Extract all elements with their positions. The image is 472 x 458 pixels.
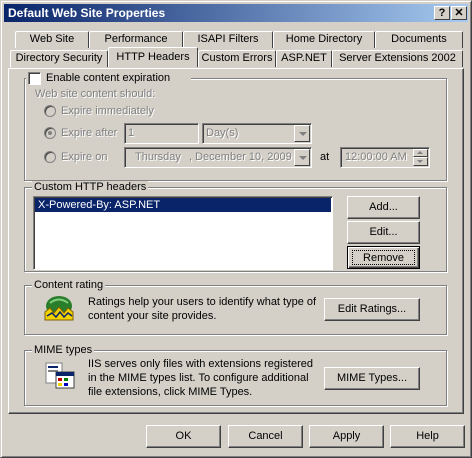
expire-date-picker[interactable]: Thursday , December 10, 2009 — [124, 147, 312, 168]
help-label: Help — [416, 430, 439, 442]
remove-header-button[interactable]: Remove — [347, 246, 420, 269]
mime-types-icon — [44, 360, 78, 392]
edit-ratings-button[interactable]: Edit Ratings... — [324, 298, 420, 321]
expire-time: 12:00:00 AM — [345, 151, 407, 163]
tab-documents[interactable]: Documents — [375, 31, 463, 48]
expire-on-label: Expire on — [61, 151, 108, 163]
tab-directory-security[interactable]: Directory Security — [10, 50, 108, 67]
expire-after-unit-select[interactable]: Day(s) — [202, 123, 312, 144]
edit-ratings-label: Edit Ratings... — [337, 303, 407, 315]
custom-headers-group-label: Custom HTTP headers — [32, 181, 149, 193]
add-header-label: Add... — [369, 201, 398, 213]
cancel-label: Cancel — [248, 430, 283, 442]
content-rating-group-label: Content rating — [32, 279, 106, 291]
content-rating-icon — [42, 294, 76, 326]
tab-http-headers[interactable]: HTTP Headers — [108, 47, 198, 67]
expire-immediately-radio[interactable] — [44, 105, 56, 117]
mime-types-button-label: MIME Types... — [336, 372, 408, 384]
tab-web-site[interactable]: Web Site — [15, 31, 89, 48]
tab-home-directory[interactable]: Home Directory — [273, 31, 375, 48]
mime-types-description: IIS serves only files with extensions re… — [88, 358, 313, 398]
enable-expiration-checkbox[interactable] — [28, 72, 41, 85]
edit-header-label: Edit... — [369, 226, 398, 238]
mime-types-button[interactable]: MIME Types... — [324, 367, 420, 390]
enable-expiration-label: Enable content expiration — [46, 72, 171, 84]
expire-after-radio[interactable] — [44, 127, 56, 139]
ok-label: OK — [175, 430, 192, 442]
ok-button[interactable]: OK — [146, 425, 221, 448]
should-label: Web site content should: — [35, 88, 156, 100]
list-item[interactable]: X-Powered-By: ASP.NET — [35, 198, 331, 212]
date-weekday: Thursday — [135, 151, 181, 163]
time-spin-down-icon[interactable] — [413, 157, 428, 166]
expire-after-unit: Day(s) — [206, 127, 239, 139]
properties-dialog: Default Web Site Properties ? ✕ Web Site… — [0, 0, 472, 458]
tab-custom-errors[interactable]: Custom Errors — [198, 50, 276, 67]
calendar-dropdown-icon[interactable] — [294, 149, 310, 166]
expire-immediately-label: Expire immediately — [61, 105, 154, 117]
help-title-button[interactable]: ? — [434, 6, 450, 20]
expire-after-value-input[interactable]: 1 — [124, 123, 199, 144]
expire-after-value: 1 — [128, 127, 135, 139]
content-rating-description: Ratings help your users to identify what… — [88, 296, 317, 322]
chevron-down-icon[interactable] — [294, 125, 310, 142]
expire-after-label: Expire after — [61, 127, 118, 139]
title-bar[interactable]: Default Web Site Properties ? ✕ — [4, 4, 468, 22]
apply-button[interactable]: Apply — [309, 425, 384, 448]
window-title: Default Web Site Properties — [8, 6, 166, 20]
tab-isapi-filters[interactable]: ISAPI Filters — [183, 31, 273, 48]
close-title-button[interactable]: ✕ — [451, 6, 467, 20]
tab-performance[interactable]: Performance — [89, 31, 183, 48]
time-spin-up-icon[interactable] — [413, 149, 428, 157]
help-button[interactable]: Help — [390, 425, 465, 448]
cancel-button[interactable]: Cancel — [228, 425, 303, 448]
custom-headers-list[interactable]: X-Powered-By: ASP.NET — [33, 196, 333, 270]
enable-expiration-row[interactable]: Enable content expiration — [26, 71, 191, 85]
http-headers-panel: Enable content expiration Web site conte… — [8, 68, 464, 414]
apply-label: Apply — [332, 430, 361, 442]
edit-header-button[interactable]: Edit... — [347, 221, 420, 244]
add-header-button[interactable]: Add... — [347, 196, 420, 219]
tab-asp-net[interactable]: ASP.NET — [276, 50, 332, 67]
mime-types-group-label: MIME types — [32, 344, 95, 356]
date-rest: , December 10, 2009 — [189, 151, 292, 163]
remove-header-label: Remove — [363, 252, 404, 264]
at-label: at — [320, 151, 330, 163]
tab-server-extensions[interactable]: Server Extensions 2002 — [332, 50, 463, 67]
expire-on-radio[interactable] — [44, 151, 56, 163]
expire-time-input[interactable]: 12:00:00 AM — [340, 147, 430, 168]
